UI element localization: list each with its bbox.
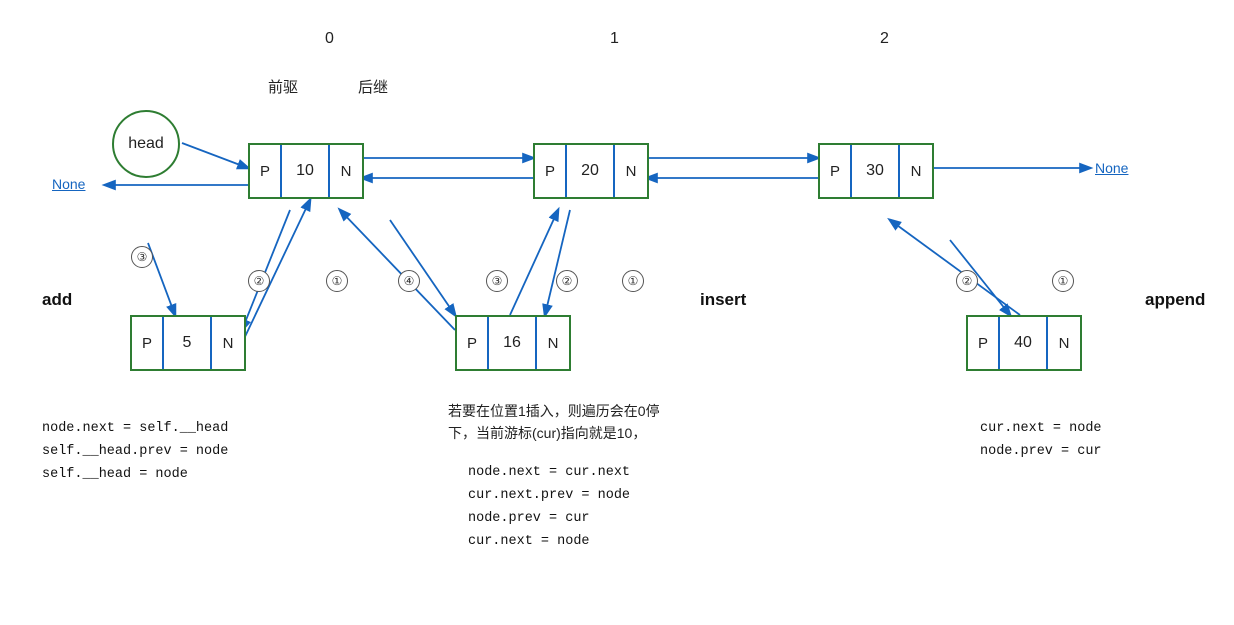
prev-label: 前驱 — [268, 76, 298, 97]
add-step-1: ① — [326, 270, 348, 292]
code-append: cur.next = nodenode.prev = cur — [980, 418, 1102, 464]
node-2-p: P — [820, 145, 852, 197]
node-append-n: N — [1048, 317, 1080, 369]
code-add: node.next = self.__headself.__head.prev … — [42, 418, 228, 487]
node-append-p: P — [968, 317, 1000, 369]
node-0-val: 10 — [282, 145, 330, 197]
append-step-1: ① — [1052, 270, 1074, 292]
node-0-n: N — [330, 145, 362, 197]
code-insert: node.next = cur.nextcur.next.prev = node… — [468, 462, 630, 554]
node-add-val: 5 — [164, 317, 212, 369]
head-circle: head — [112, 110, 180, 178]
node-insert-n: N — [537, 317, 569, 369]
diagram: 0 1 2 前驱 后继 head None None P 10 N P 20 N… — [0, 0, 1234, 625]
code-insert-desc: 若要在位置1插入，则遍历会在0停下，当前游标(cur)指向就是10， — [448, 400, 728, 445]
add-label: add — [42, 290, 72, 310]
node-append-val: 40 — [1000, 317, 1048, 369]
insert-step-4: ④ — [398, 270, 420, 292]
add-step-3: ③ — [131, 246, 153, 268]
node-insert-val: 16 — [489, 317, 537, 369]
insert-step-2: ② — [556, 270, 578, 292]
node-add-p: P — [132, 317, 164, 369]
node-0: P 10 N — [248, 143, 364, 199]
insert-step-1: ① — [622, 270, 644, 292]
node-0-p: P — [250, 145, 282, 197]
index-0: 0 — [325, 30, 334, 48]
node-1-p: P — [535, 145, 567, 197]
insert-label: insert — [700, 290, 746, 310]
head-label: head — [128, 135, 164, 153]
node-1: P 20 N — [533, 143, 649, 199]
node-add-n: N — [212, 317, 244, 369]
append-step-2: ② — [956, 270, 978, 292]
add-step-2: ② — [248, 270, 270, 292]
insert-step-3: ③ — [486, 270, 508, 292]
none-right: None — [1095, 160, 1128, 176]
node-2: P 30 N — [818, 143, 934, 199]
node-1-n: N — [615, 145, 647, 197]
next-label: 后继 — [358, 76, 388, 97]
node-2-val: 30 — [852, 145, 900, 197]
index-1: 1 — [610, 30, 619, 48]
index-2: 2 — [880, 30, 889, 48]
node-add: P 5 N — [130, 315, 246, 371]
node-2-n: N — [900, 145, 932, 197]
append-label: append — [1145, 290, 1205, 310]
node-1-val: 20 — [567, 145, 615, 197]
none-left: None — [52, 176, 85, 192]
node-append: P 40 N — [966, 315, 1082, 371]
node-insert-p: P — [457, 317, 489, 369]
node-insert: P 16 N — [455, 315, 571, 371]
